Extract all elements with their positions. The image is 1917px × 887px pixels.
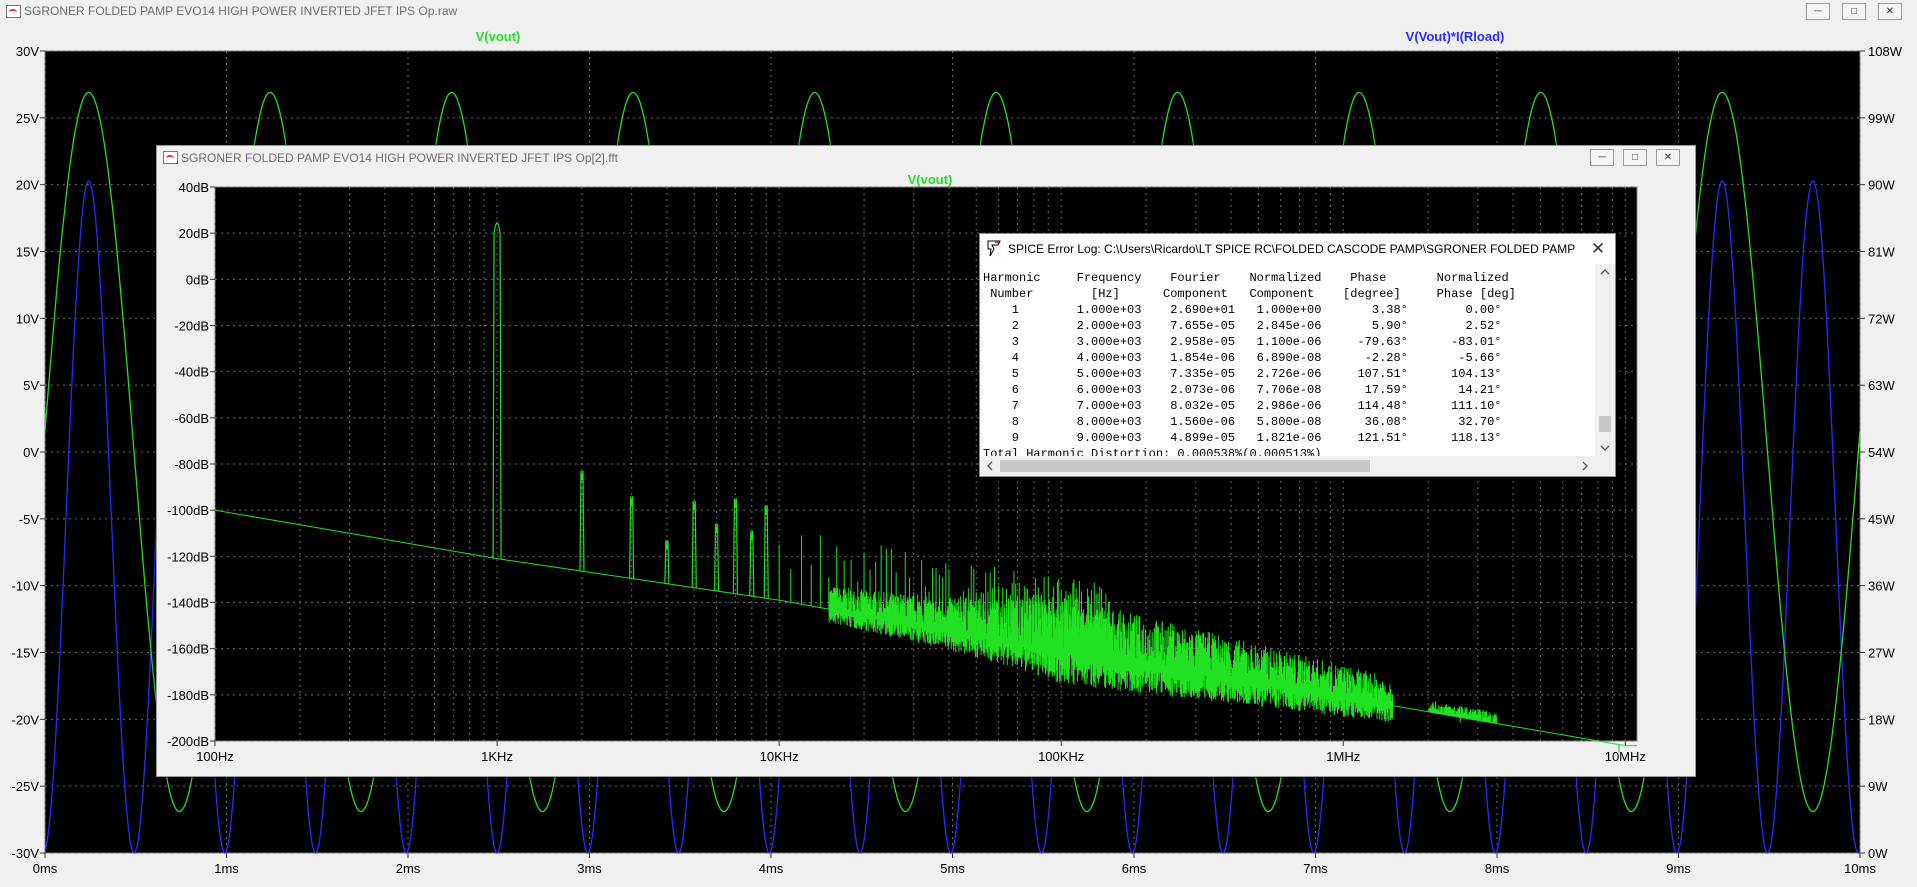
y-right-tick-label: 0W	[1868, 846, 1888, 861]
y-left-tick-label: 15V	[16, 245, 39, 260]
harmonic-table-header: Number [Hz] Component Component [degree]…	[983, 287, 1516, 301]
y-left-tick-label: 30V	[16, 44, 39, 59]
main-window-title: SGRONER FOLDED PAMP EVO14 HIGH POWER INV…	[24, 4, 458, 18]
spice-error-log-window: SPICE Error Log: C:\Users\Ricardo\LT SPI…	[979, 233, 1616, 477]
harmonic-row: 1 1.000e+03 2.690e+01 1.000e+00 3.38° 0.…	[983, 303, 1502, 317]
y-tick-label: -40dB	[174, 365, 209, 380]
y-left-tick-label: 0V	[23, 445, 39, 460]
horizontal-scrollbar-graphics	[987, 460, 1588, 472]
y-left-tick-label: 10V	[16, 311, 39, 326]
vertical-scrollbar-graphics	[1599, 269, 1611, 451]
x-tick-label: 0ms	[33, 861, 58, 876]
error-log-close-button[interactable]: ✕	[1587, 238, 1609, 260]
y-right-tick-label: 81W	[1868, 245, 1895, 260]
error-log-titlebar[interactable]: SPICE Error Log: C:\Users\Ricardo\LT SPI…	[980, 234, 1615, 286]
y-tick-label: -160dB	[167, 642, 209, 657]
horizontal-scrollbar[interactable]	[980, 456, 1595, 476]
x-tick-label: 8ms	[1485, 861, 1510, 876]
close-button[interactable]: ✕	[1878, 3, 1902, 20]
harmonic-row: 4 4.000e+03 1.854e-06 6.890e-08 -2.28° -…	[983, 351, 1502, 365]
y-left-tick-label: 25V	[16, 111, 39, 126]
y-tick-label: 0dB	[186, 272, 209, 287]
y-left-tick-label: 20V	[16, 178, 39, 193]
x-tick-label: 10MHz	[1605, 749, 1646, 764]
main-window-titlebar[interactable]: SGRONER FOLDED PAMP EVO14 HIGH POWER INV…	[0, 0, 1917, 22]
y-tick-label: -180dB	[167, 688, 209, 703]
harmonic-row: 7 7.000e+03 8.032e-05 2.986e-06 114.48° …	[983, 399, 1502, 413]
x-tick-label: 100Hz	[196, 749, 234, 764]
x-tick-label: 4ms	[759, 861, 784, 876]
x-tick-label: 10ms	[1844, 861, 1876, 876]
harmonic-row: 8 8.000e+03 1.560e-06 5.800e-08 36.08° 3…	[983, 415, 1502, 429]
harmonic-row: 9 9.000e+03 4.899e-05 1.821e-06 121.51° …	[983, 431, 1502, 445]
fft-window: SGRONER FOLDED PAMP EVO14 HIGH POWER INV…	[156, 145, 1696, 777]
fft-trace-label: V(vout)	[908, 175, 953, 187]
y-tick-label: -140dB	[167, 596, 209, 611]
y-left-tick-label: -5V	[19, 512, 40, 527]
fft-window-titlebar[interactable]: SGRONER FOLDED PAMP EVO14 HIGH POWER INV…	[157, 146, 1695, 170]
y-right-tick-label: 63W	[1868, 378, 1895, 393]
y-right-tick-label: 45W	[1868, 512, 1895, 527]
x-tick-label: 2ms	[396, 861, 421, 876]
x-tick-label: 1KHz	[481, 749, 513, 764]
harmonic-row: 3 3.000e+03 2.958e-05 1.100e-06 -79.63° …	[983, 335, 1502, 349]
y-right-tick-label: 54W	[1868, 445, 1895, 460]
fft-minimize-button[interactable]: ─	[1590, 149, 1614, 166]
harmonic-table-header: Harmonic Frequency Fourier Normalized Ph…	[983, 271, 1509, 285]
error-log-content[interactable]: Harmonic Frequency Fourier Normalized Ph…	[980, 264, 1595, 456]
trace-label-vout: V(vout)	[476, 29, 521, 44]
x-tick-label: 9ms	[1666, 861, 1691, 876]
fft-window-title: SGRONER FOLDED PAMP EVO14 HIGH POWER INV…	[181, 151, 618, 165]
maximize-button[interactable]: □	[1842, 3, 1866, 20]
y-left-tick-label: -10V	[12, 579, 40, 594]
x-tick-label: 10KHz	[760, 749, 799, 764]
trace-label-power: V(Vout)*I(Rload)	[1406, 29, 1505, 44]
y-tick-label: -20dB	[174, 319, 209, 334]
x-tick-label: 1MHz	[1326, 749, 1360, 764]
x-tick-label: 7ms	[1303, 861, 1328, 876]
y-left-tick-label: -20V	[12, 712, 40, 727]
harmonic-row: 2 2.000e+03 7.655e-05 2.845e-06 5.90° 2.…	[983, 319, 1502, 333]
ltspice-app-icon	[163, 151, 178, 164]
y-right-tick-label: 99W	[1868, 111, 1895, 126]
harmonic-row: 6 6.000e+03 2.073e-06 7.706e-08 17.59° 1…	[983, 383, 1502, 397]
y-tick-label: -80dB	[174, 457, 209, 472]
y-right-tick-label: 27W	[1868, 646, 1895, 661]
ltspice-app-icon	[6, 5, 21, 18]
y-right-tick-label: 9W	[1868, 779, 1888, 794]
y-right-tick-label: 108W	[1868, 44, 1903, 59]
y-tick-label: -200dB	[167, 734, 209, 749]
thd-summary: Total Harmonic Distortion: 0.000538%(0.0…	[983, 447, 1322, 456]
fft-maximize-button[interactable]: □	[1623, 149, 1647, 166]
y-left-tick-label: -15V	[12, 646, 40, 661]
y-tick-label: 20dB	[179, 226, 209, 241]
y-right-tick-label: 90W	[1868, 178, 1895, 193]
y-left-tick-label: -30V	[12, 846, 40, 861]
vertical-scrollbar[interactable]	[1595, 264, 1615, 456]
x-tick-label: 3ms	[577, 861, 602, 876]
y-tick-label: -60dB	[174, 411, 209, 426]
x-tick-label: 6ms	[1122, 861, 1147, 876]
harmonic-row: 5 5.000e+03 7.335e-05 2.726e-06 107.51° …	[983, 367, 1502, 381]
y-tick-label: 40dB	[179, 180, 209, 195]
scrollbar-corner	[1595, 456, 1615, 476]
x-tick-label: 1ms	[214, 861, 239, 876]
y-left-tick-label: -25V	[12, 779, 40, 794]
y-right-tick-label: 72W	[1868, 311, 1895, 326]
y-tick-label: -120dB	[167, 549, 209, 564]
x-tick-label: 100KHz	[1038, 749, 1084, 764]
fft-close-button[interactable]: ✕	[1656, 149, 1680, 166]
y-right-tick-label: 36W	[1868, 579, 1895, 594]
minimize-button[interactable]: ─	[1806, 3, 1830, 20]
spice-log-icon	[987, 240, 1001, 257]
y-tick-label: -100dB	[167, 503, 209, 518]
y-right-tick-label: 18W	[1868, 712, 1895, 727]
y-left-tick-label: 5V	[23, 378, 39, 393]
x-tick-label: 5ms	[940, 861, 965, 876]
